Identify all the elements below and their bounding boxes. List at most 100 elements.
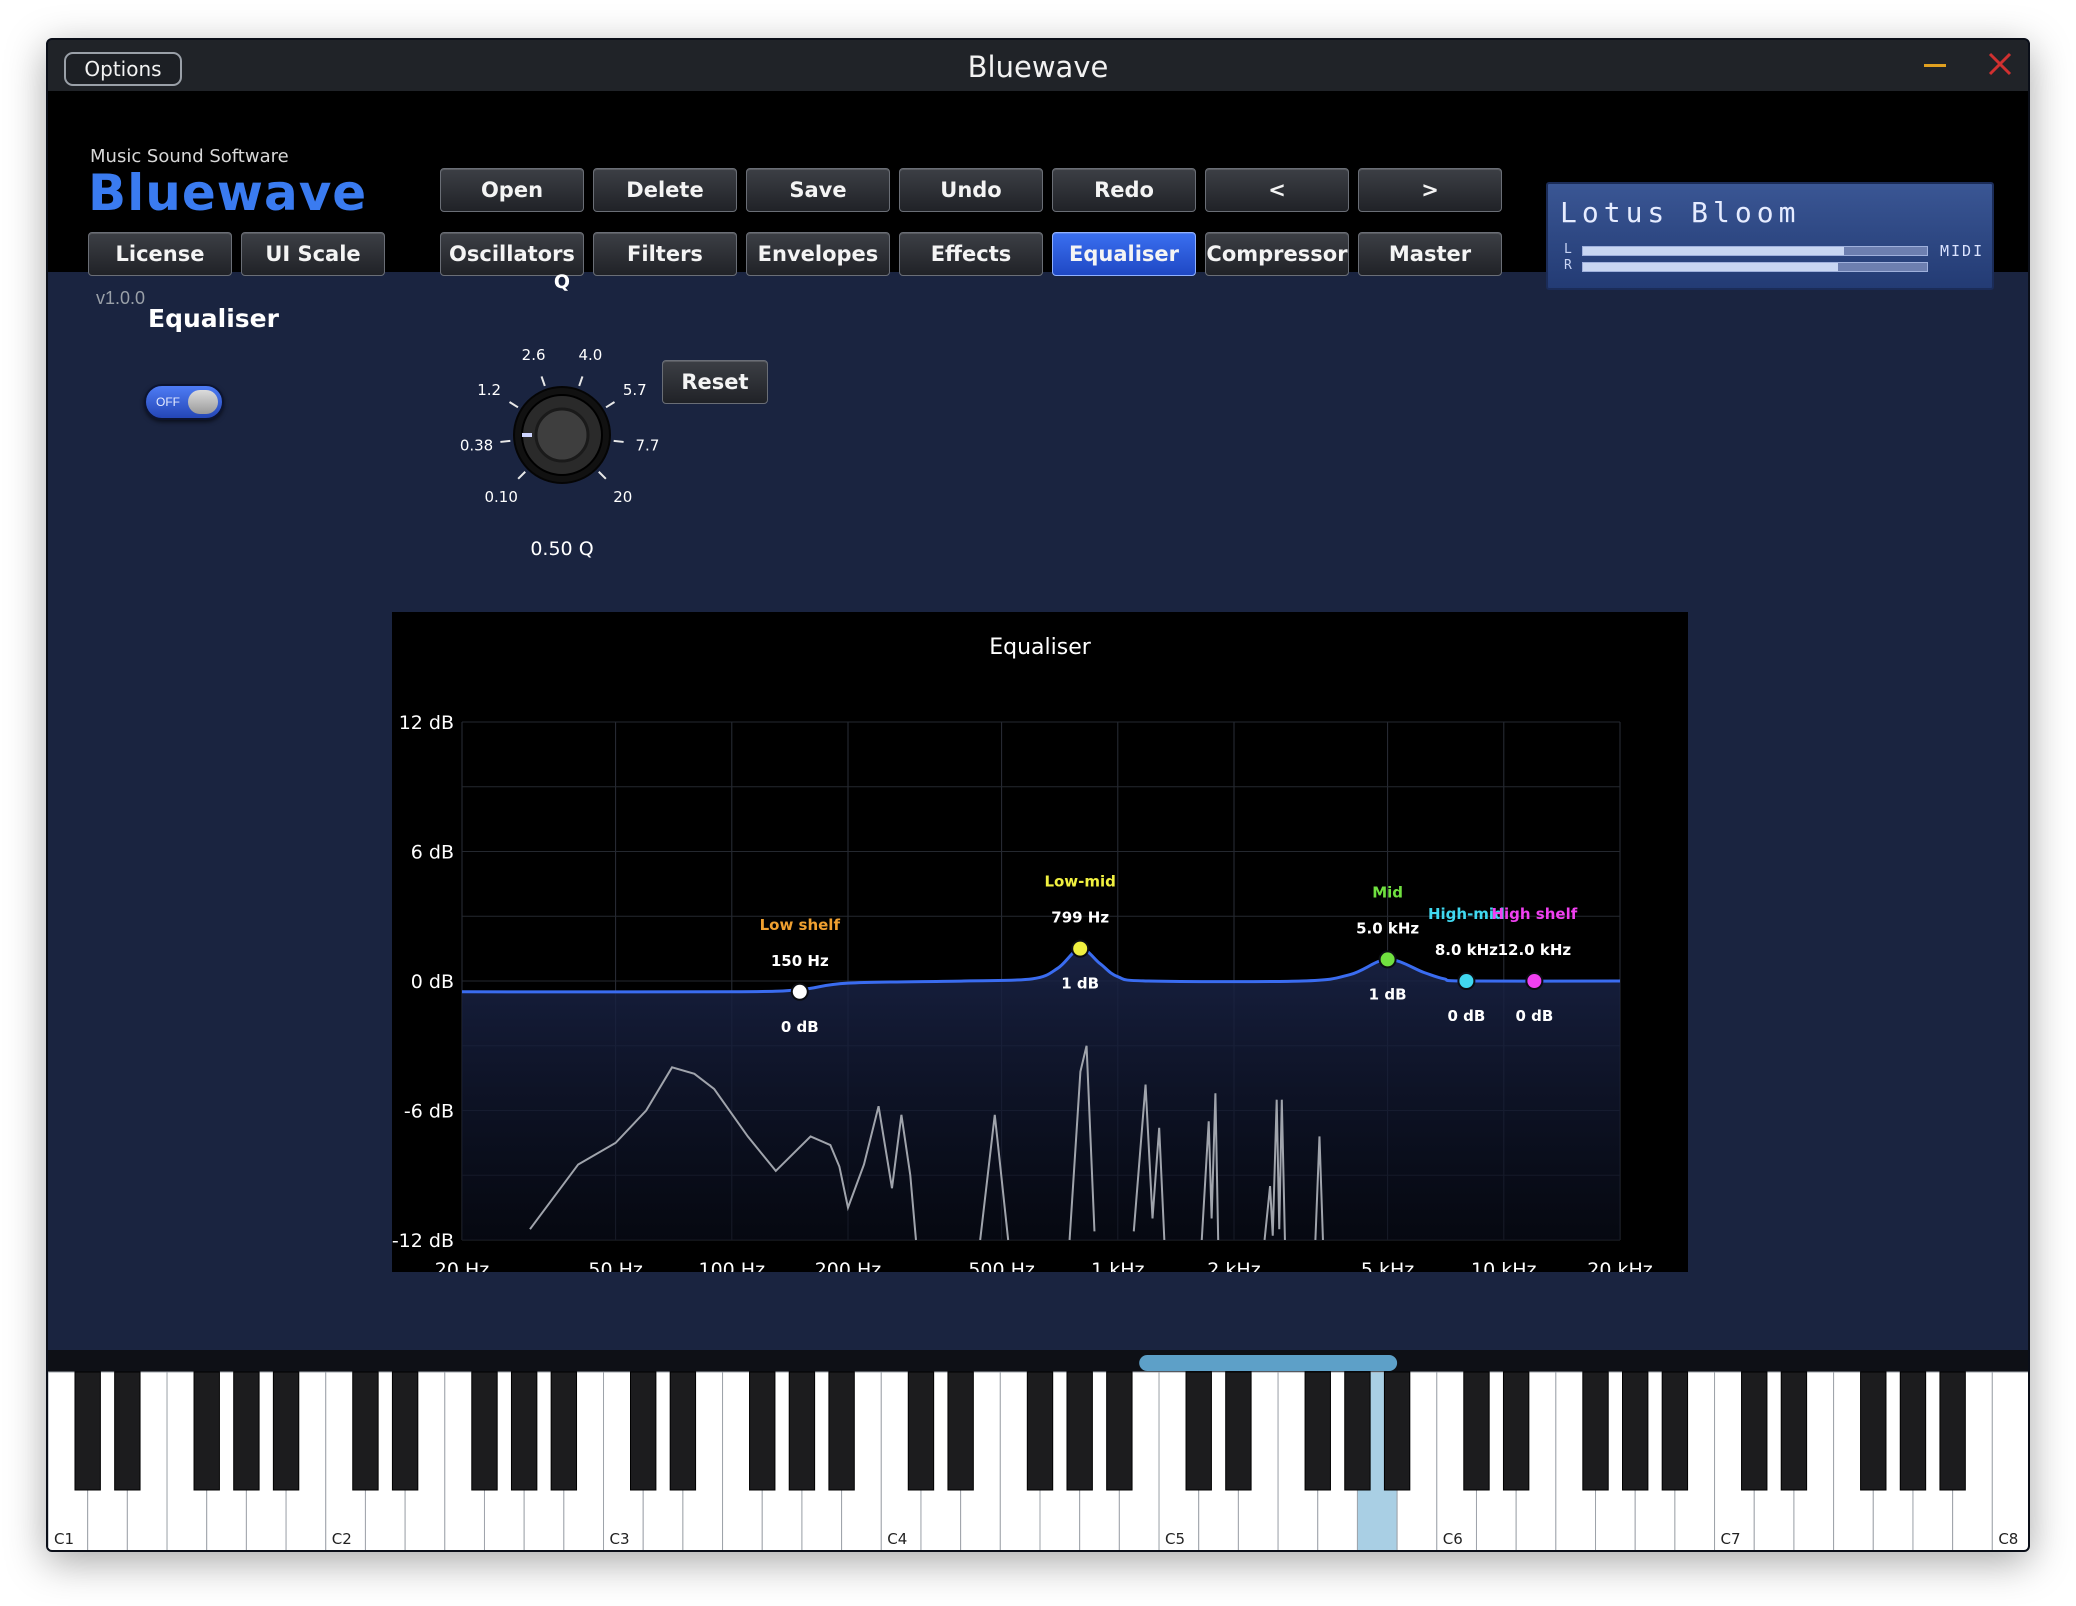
q-knob-tick (605, 401, 616, 409)
y-tick-label: -12 dB (392, 1230, 454, 1252)
band-handle-low-shelf[interactable] (790, 982, 809, 1001)
black-key[interactable] (1225, 1371, 1252, 1491)
black-key[interactable] (1344, 1371, 1371, 1491)
black-key[interactable] (1026, 1371, 1054, 1491)
q-knob-tick-label: 0.38 (460, 437, 493, 455)
band-handle-mid[interactable] (1378, 950, 1397, 969)
right-level-fill (1583, 263, 1838, 271)
black-key[interactable] (947, 1371, 974, 1491)
q-knob-tick-label: 5.7 (623, 381, 647, 399)
x-tick-label: 200 Hz (815, 1259, 882, 1272)
octave-label: C8 (1998, 1530, 2018, 1548)
title-bar: Options Bluewave (48, 40, 2028, 92)
black-key[interactable] (74, 1371, 101, 1491)
section-title: Equaliser (148, 304, 279, 333)
black-key[interactable] (1661, 1371, 1689, 1491)
keyboard-scroll-thumb[interactable] (1139, 1355, 1398, 1371)
q-knob-tick-label: 4.0 (578, 346, 602, 364)
black-key[interactable] (510, 1371, 538, 1491)
redo-button[interactable]: Redo (1052, 168, 1196, 212)
black-key[interactable] (1780, 1371, 1808, 1491)
chart-title: Equaliser (989, 635, 1092, 660)
band-frequency-high-mid: 8.0 kHz (1435, 941, 1498, 959)
x-tick-label: 1 kHz (1091, 1259, 1144, 1272)
x-tick-label: 500 Hz (968, 1259, 1035, 1272)
black-key[interactable] (907, 1371, 935, 1491)
black-key[interactable] (630, 1371, 657, 1491)
toggle-knob (188, 390, 218, 414)
next-preset-button[interactable]: > (1358, 168, 1502, 212)
tab-envelopes[interactable]: Envelopes (746, 232, 890, 276)
piano-keyboard[interactable]: C1 C2 C3 C4 C5 C6 C7 C8 (48, 1350, 2030, 1552)
black-key[interactable] (233, 1371, 260, 1491)
band-gain-high-mid: 0 dB (1447, 1007, 1485, 1025)
x-tick-label: 5 kHz (1361, 1259, 1414, 1272)
black-key[interactable] (1383, 1371, 1411, 1491)
save-button[interactable]: Save (746, 168, 890, 212)
black-key[interactable] (391, 1371, 419, 1491)
tab-master[interactable]: Master (1358, 232, 1502, 276)
black-key[interactable] (471, 1371, 498, 1491)
q-knob-tick-label: 7.7 (636, 437, 660, 455)
black-key[interactable] (1582, 1371, 1609, 1491)
undo-button[interactable]: Undo (899, 168, 1043, 212)
band-frequency-mid: 5.0 kHz (1356, 919, 1419, 937)
black-key[interactable] (272, 1371, 300, 1491)
delete-button[interactable]: Delete (593, 168, 737, 212)
black-key[interactable] (1304, 1371, 1331, 1491)
octave-label: C5 (1165, 1530, 1185, 1548)
band-handle-high-shelf[interactable] (1525, 972, 1544, 990)
black-key[interactable] (1066, 1371, 1093, 1491)
y-tick-label: 0 dB (411, 971, 454, 993)
tab-effects[interactable]: Effects (899, 232, 1043, 276)
band-handle-low-mid[interactable] (1071, 939, 1090, 958)
black-key[interactable] (788, 1371, 816, 1491)
q-knob-tick (540, 376, 546, 387)
black-key[interactable] (1463, 1371, 1490, 1491)
keyboard-scroll-track[interactable] (48, 1350, 2030, 1372)
band-name-low-mid: Low-mid (1044, 873, 1115, 891)
black-key[interactable] (550, 1371, 578, 1491)
q-knob-tick (613, 439, 624, 443)
octave-label: C2 (332, 1530, 352, 1548)
tab-equaliser[interactable]: Equaliser (1052, 232, 1196, 276)
q-knob-control[interactable]: Q 0.10 0.38 1.2 2.6 4.0 5.7 7.7 20 0.50 Q (412, 270, 712, 600)
band-name-mid: Mid (1372, 883, 1403, 901)
q-knob-tick-label: 2.6 (522, 346, 546, 364)
black-key[interactable] (1106, 1371, 1133, 1491)
white-key[interactable] (1991, 1371, 2030, 1552)
black-key[interactable] (828, 1371, 855, 1491)
band-gain-high-shelf: 0 dB (1515, 1007, 1553, 1025)
q-knob-tick (508, 401, 519, 409)
piano-keyboard-svg[interactable]: C1 C2 C3 C4 C5 C6 C7 C8 (48, 1350, 2030, 1552)
black-key[interactable] (1622, 1371, 1649, 1491)
black-key[interactable] (352, 1371, 379, 1491)
y-tick-label: 12 dB (399, 712, 454, 734)
black-key[interactable] (669, 1371, 697, 1491)
reset-button[interactable]: Reset (662, 360, 768, 404)
black-key[interactable] (1860, 1371, 1887, 1491)
close-icon[interactable] (1986, 50, 2014, 78)
minimize-icon[interactable] (1922, 52, 1948, 78)
left-level-fill (1583, 247, 1845, 255)
midi-indicator: MIDI (1940, 242, 1985, 260)
equaliser-graph-panel[interactable]: Equaliser 12 dB 6 dB 0 dB -6 dB -12 dB 20 Hz… (392, 612, 1688, 1272)
equaliser-chart[interactable]: Equaliser 12 dB 6 dB 0 dB -6 dB -12 dB 20 Hz… (392, 612, 1688, 1272)
black-key[interactable] (1939, 1371, 1966, 1491)
black-key[interactable] (193, 1371, 220, 1491)
black-key[interactable] (749, 1371, 776, 1491)
black-key[interactable] (1185, 1371, 1212, 1491)
black-key[interactable] (114, 1371, 141, 1491)
band-handle-high-mid[interactable] (1457, 972, 1476, 990)
license-button[interactable]: License (88, 232, 232, 276)
black-key[interactable] (1741, 1371, 1768, 1491)
equaliser-power-toggle[interactable]: OFF (144, 384, 224, 420)
q-knob-tick (578, 376, 584, 387)
ui-scale-button[interactable]: UI Scale (241, 232, 385, 276)
open-button[interactable]: Open (440, 168, 584, 212)
black-key[interactable] (1502, 1371, 1530, 1491)
previous-preset-button[interactable]: < (1205, 168, 1349, 212)
black-key[interactable] (1899, 1371, 1927, 1491)
tab-compressor[interactable]: Compressor (1205, 232, 1349, 276)
band-gain-low-shelf: 0 dB (781, 1018, 819, 1036)
